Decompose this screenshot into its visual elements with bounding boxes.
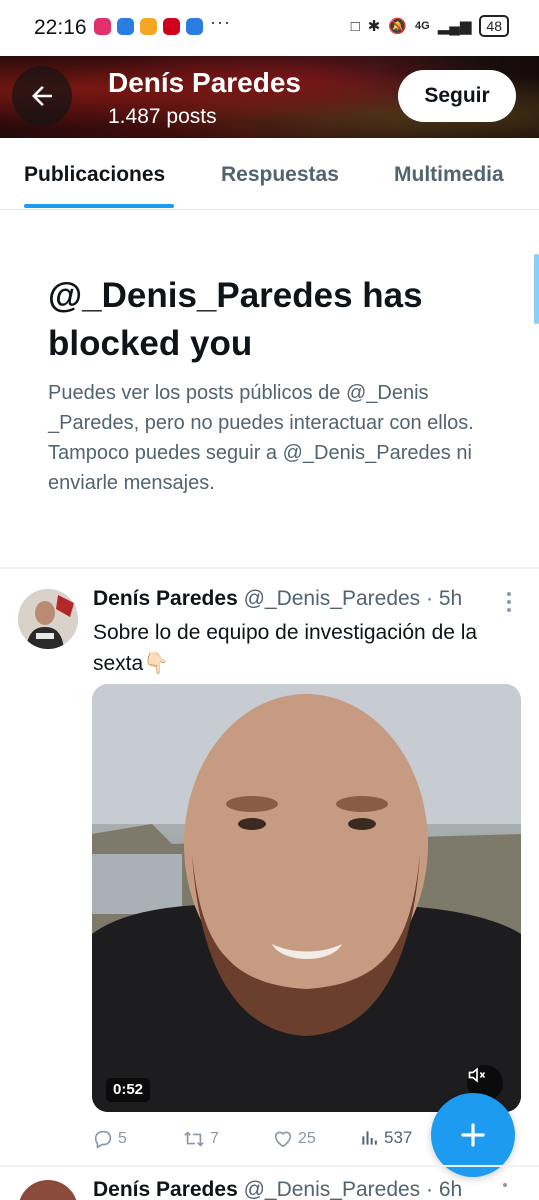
profile-tabs: Publicaciones Respuestas Multimedia [0, 138, 539, 210]
nfc-icon: □ [350, 17, 360, 35]
tweet-author-name[interactable]: Denís Paredes [93, 1178, 238, 1200]
like-count: 25 [298, 1130, 316, 1147]
arrow-left-icon [32, 86, 52, 106]
video-duration: 0:52 [106, 1078, 151, 1102]
retweet-icon [184, 1131, 204, 1147]
scrollbar[interactable] [534, 254, 539, 324]
app-notification-icon [140, 18, 157, 35]
back-button[interactable] [12, 66, 72, 126]
like-button[interactable]: 25 [272, 1128, 316, 1150]
divider [0, 567, 539, 569]
app-notification-icon [186, 18, 203, 35]
instagram-icon [94, 18, 111, 35]
avatar[interactable] [18, 1180, 78, 1200]
retweet-count: 7 [210, 1130, 219, 1147]
avatar-image [18, 589, 78, 649]
system-icons: □ ✱ 🔕 4G ▂▄▆ 48 [351, 15, 509, 37]
bluetooth-icon: ✱ [367, 18, 381, 35]
notification-icons [94, 18, 203, 35]
speaker-muted-icon [468, 1067, 486, 1083]
retweet-button[interactable]: 7 [182, 1128, 219, 1150]
more-options-icon[interactable] [503, 592, 515, 612]
profile-header: Denís Paredes 1.487 posts Seguir [0, 56, 539, 138]
bar-chart-icon [362, 1131, 377, 1145]
tweet-header: Denís Paredes @_Denis_Paredes · 5h [93, 587, 462, 611]
profile-name: Denís Paredes [108, 67, 301, 98]
tab-publicaciones[interactable]: Publicaciones [24, 163, 165, 187]
blocked-description: Puedes ver los posts públicos de @_Denis… [48, 382, 474, 494]
blocked-title: @_Denis_Paredes has blocked you [48, 276, 423, 363]
app-notification-icon [163, 18, 180, 35]
tab-multimedia[interactable]: Multimedia [394, 163, 504, 187]
tweet-author-name[interactable]: Denís Paredes [93, 587, 238, 610]
tweet-handle-time: @_Denis_Paredes · 6h [243, 1178, 463, 1200]
reply-count: 5 [118, 1130, 127, 1147]
heart-icon [274, 1131, 292, 1148]
app-notification-icon [117, 18, 134, 35]
follow-button[interactable]: Seguir [398, 70, 516, 122]
tweet-video[interactable]: 0:52 [92, 684, 521, 1112]
network-icon: 4G [415, 19, 430, 32]
battery-icon: 48 [479, 15, 509, 37]
avatar[interactable] [18, 589, 78, 649]
plus-icon [461, 1123, 485, 1147]
active-tab-indicator [24, 204, 174, 208]
status-time: 22:16 [34, 16, 87, 39]
tab-respuestas[interactable]: Respuestas [221, 163, 339, 187]
reply-icon [94, 1130, 112, 1149]
more-options-icon[interactable] [503, 1183, 515, 1187]
tweet-text: Sobre lo de equipo de investigación de l… [93, 621, 478, 675]
signal-icon: ▂▄▆ [437, 18, 472, 35]
reply-button[interactable]: 5 [92, 1128, 127, 1150]
more-notifications-icon: ··· [210, 12, 231, 32]
divider [0, 1165, 539, 1167]
post-count: 1.487 posts [108, 105, 217, 128]
status-bar: 22:16 ··· □ ✱ 🔕 4G ▂▄▆ 48 [0, 0, 539, 56]
tweet-handle-time: @_Denis_Paredes · 5h [243, 587, 463, 610]
video-thumbnail [92, 684, 521, 1112]
mute-icon: 🔕 [388, 18, 408, 35]
views-button[interactable]: 537 [360, 1128, 412, 1148]
tweet-header: Denís Paredes @_Denis_Paredes · 6h [93, 1178, 462, 1200]
view-count: 537 [384, 1128, 413, 1147]
